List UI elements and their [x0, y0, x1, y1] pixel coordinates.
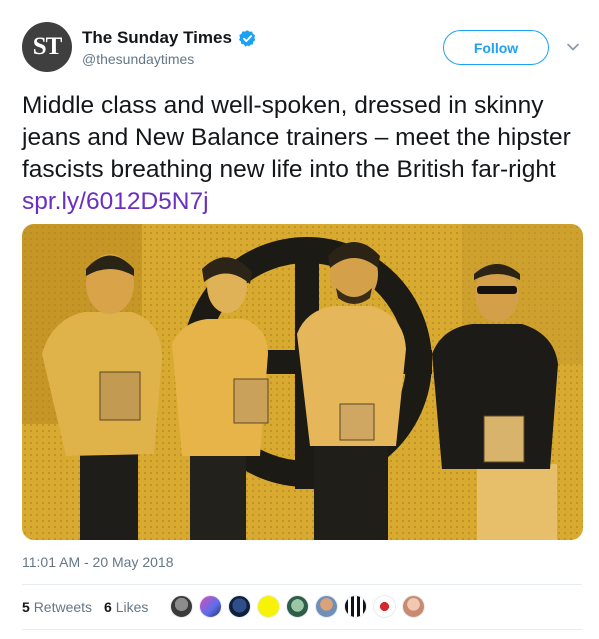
liker-avatar[interactable] — [402, 595, 425, 618]
divider — [22, 584, 582, 585]
liker-avatar[interactable] — [228, 595, 251, 618]
tweet-body: Middle class and well-spoken, dressed in… — [22, 92, 571, 183]
tweet-link[interactable]: spr.ly/6012D5N7j — [22, 188, 209, 215]
verified-badge-icon — [238, 29, 256, 47]
follow-button[interactable]: Follow — [443, 30, 549, 65]
chevron-down-icon[interactable] — [566, 40, 580, 54]
liker-avatar[interactable] — [315, 595, 338, 618]
liker-avatar[interactable] — [170, 595, 193, 618]
account-header: The Sunday Times @thesundaytimes — [82, 28, 257, 67]
display-name-row: The Sunday Times — [82, 28, 257, 48]
tweet-timestamp[interactable]: 11:01 AM - 20 May 2018 — [22, 554, 174, 570]
avatar[interactable]: ST — [22, 22, 72, 72]
tweet-photo[interactable] — [22, 224, 583, 540]
tweet-stats: 5 Retweets 6 Likes — [22, 599, 148, 615]
liker-avatar[interactable] — [199, 595, 222, 618]
tweet-text: Middle class and well-spoken, dressed in… — [22, 90, 582, 218]
liker-avatars — [170, 595, 425, 618]
liker-avatar[interactable] — [257, 595, 280, 618]
likes-count: 6 — [104, 599, 112, 615]
photo-illustration — [22, 224, 583, 540]
tweet-card: ST The Sunday Times @thesundaytimes Foll… — [0, 0, 599, 639]
liker-avatar[interactable] — [344, 595, 367, 618]
liker-avatar[interactable] — [286, 595, 309, 618]
retweets-label: Retweets — [33, 599, 93, 615]
divider — [22, 629, 582, 630]
likes-label: Likes — [115, 599, 149, 615]
handle[interactable]: @thesundaytimes — [82, 51, 257, 67]
liker-avatar[interactable] — [373, 595, 396, 618]
retweets-stat[interactable]: 5 Retweets — [22, 599, 92, 615]
likes-stat[interactable]: 6 Likes — [104, 599, 148, 615]
display-name[interactable]: The Sunday Times — [82, 28, 232, 48]
retweets-count: 5 — [22, 599, 30, 615]
